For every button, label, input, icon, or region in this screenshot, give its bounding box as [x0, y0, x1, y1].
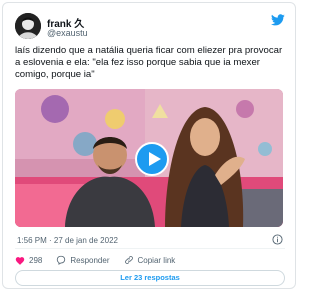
- copy-link-button[interactable]: Copiar link: [124, 255, 176, 265]
- reply-bubble-icon: [57, 255, 66, 265]
- like-button[interactable]: 298: [15, 256, 42, 265]
- link-icon: [124, 256, 133, 264]
- twitter-bird-icon[interactable]: [271, 14, 285, 26]
- like-count: 298: [29, 255, 43, 265]
- author-handle[interactable]: @exaustu: [47, 28, 88, 38]
- play-button[interactable]: [135, 142, 169, 176]
- avatar-image: [15, 13, 41, 39]
- reply-label: Responder: [70, 255, 110, 265]
- author-avatar[interactable]: [15, 13, 41, 39]
- tweet-card: frank 久 @exaustu laís dizendo que a natá…: [2, 2, 296, 289]
- video-thumbnail[interactable]: [15, 89, 283, 227]
- tweet-text: laís dizendo que a natália queria ficar …: [15, 45, 283, 80]
- heart-icon: [15, 256, 25, 265]
- divider: [15, 248, 285, 249]
- read-replies-button[interactable]: Ler 23 respostas: [15, 270, 285, 286]
- reply-button[interactable]: Responder: [56, 255, 110, 265]
- tweet-actions: 298 Responder Copiar link: [15, 253, 189, 267]
- copy-link-label: Copiar link: [137, 255, 176, 265]
- tweet-timestamp[interactable]: 1:56 PM · 27 de jan de 2022: [17, 236, 118, 245]
- info-icon[interactable]: [272, 234, 283, 245]
